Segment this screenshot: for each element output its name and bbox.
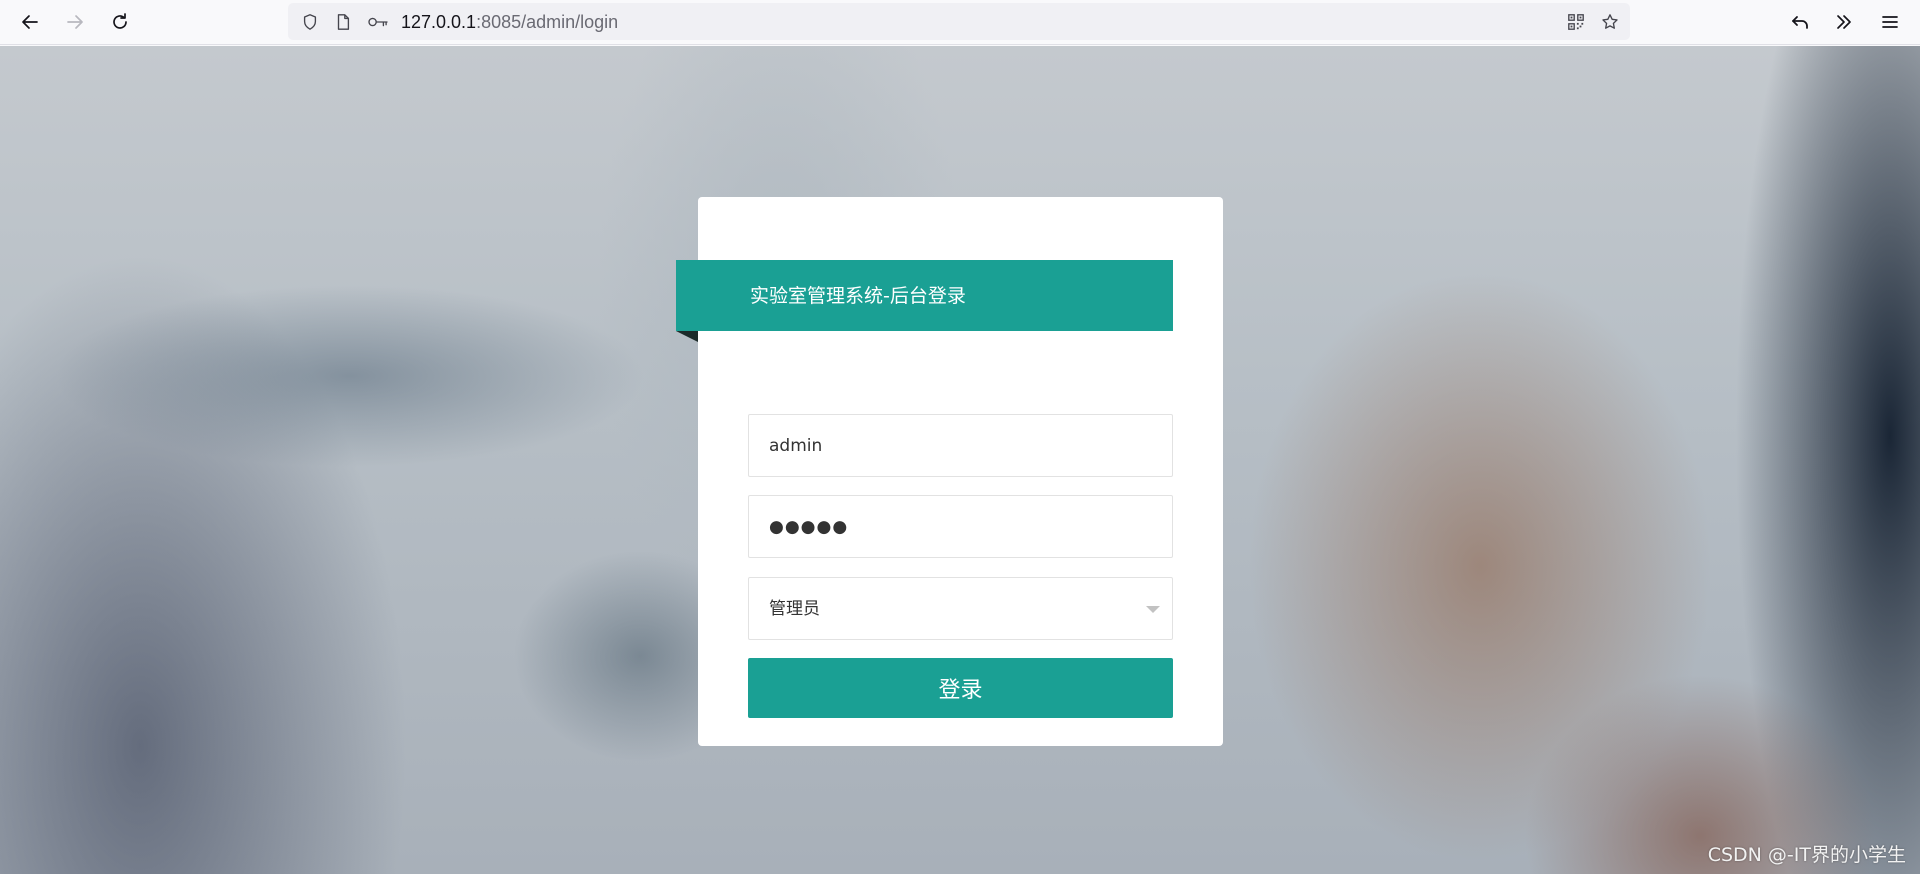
url-text[interactable]: 127.0.0.1:8085/admin/login — [401, 12, 618, 32]
key-icon[interactable] — [366, 12, 390, 32]
login-card: 实验室管理系统-后台登录 admin ●●●●● 管理员 登录 — [676, 197, 1223, 746]
chevron-down-icon[interactable] — [1146, 606, 1160, 613]
username-value: admin — [769, 436, 823, 456]
page-background: 实验室管理系统-后台登录 admin ●●●●● 管理员 登录 CSDN @-I… — [0, 46, 1920, 874]
password-input[interactable]: ●●●●● — [748, 495, 1173, 558]
menu-icon[interactable] — [1876, 8, 1904, 36]
overflow-chevrons-icon[interactable] — [1830, 8, 1858, 36]
forward-arrow-icon[interactable] — [61, 8, 89, 36]
reload-icon[interactable] — [106, 8, 134, 36]
page-icon[interactable] — [333, 12, 353, 32]
password-value: ●●●●● — [769, 517, 849, 537]
role-selected-value: 管理员 — [769, 599, 820, 619]
watermark: CSDN @-IT界的小学生 — [1707, 844, 1906, 866]
browser-toolbar: 127.0.0.1:8085/admin/login — [0, 0, 1920, 45]
role-select[interactable]: 管理员 — [748, 577, 1173, 640]
shield-icon[interactable] — [300, 12, 320, 32]
login-header-ribbon: 实验室管理系统-后台登录 — [676, 260, 1173, 331]
login-title: 实验室管理系统-后台登录 — [750, 285, 966, 307]
ribbon-fold — [676, 331, 698, 342]
url-bar[interactable]: 127.0.0.1:8085/admin/login — [288, 3, 1630, 40]
username-input[interactable]: admin — [748, 414, 1173, 477]
back-arrow-icon[interactable] — [16, 8, 44, 36]
url-host: 127.0.0.1 — [401, 12, 477, 32]
undo-icon[interactable] — [1786, 8, 1814, 36]
bookmark-star-icon[interactable] — [1600, 12, 1620, 32]
login-button[interactable]: 登录 — [748, 658, 1173, 718]
qr-code-icon[interactable] — [1566, 12, 1586, 32]
url-path: :8085/admin/login — [476, 12, 619, 32]
